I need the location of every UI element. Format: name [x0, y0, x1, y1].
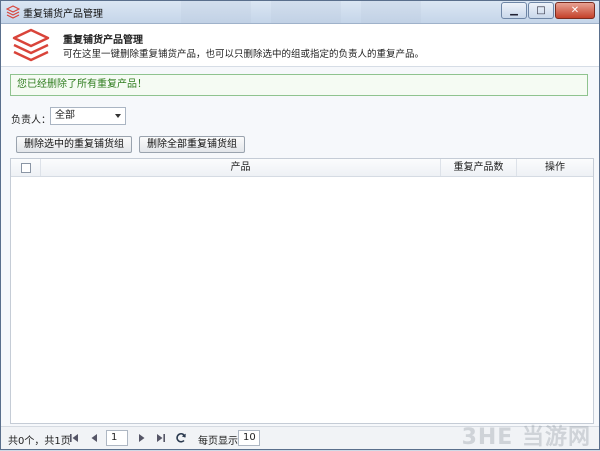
delete-selected-button[interactable]: 删除选中的重复铺货组 — [16, 136, 132, 153]
owner-select[interactable]: 全部 — [50, 107, 126, 125]
page-size-input[interactable]: 10 — [238, 430, 260, 446]
window-title: 重复铺货产品管理 — [23, 9, 103, 20]
select-all-checkbox[interactable] — [21, 163, 31, 173]
minimize-icon: ▁ — [510, 5, 518, 16]
last-page-icon[interactable] — [156, 433, 166, 443]
select-all-header — [11, 159, 41, 176]
window-controls: ▁ □ ✕ — [500, 2, 595, 20]
header-panel: 重复铺货产品管理 可在这里一键删除重复铺货产品，也可以只删除选中的组或指定的负责… — [1, 24, 599, 67]
page-description: 可在这里一键删除重复铺货产品，也可以只删除选中的组或指定的负责人的重复产品。 — [63, 49, 425, 60]
maximize-button[interactable]: □ — [528, 2, 554, 19]
current-page-input[interactable]: 1 — [106, 430, 128, 446]
first-page-icon[interactable] — [69, 433, 79, 443]
duplicate-products-table: 产品 重复产品数 操作 — [10, 158, 594, 424]
chevron-down-icon — [115, 114, 121, 118]
success-notice: 您已经删除了所有重复产品！ — [10, 74, 588, 96]
stack-layers-icon — [12, 28, 50, 62]
owner-select-value: 全部 — [55, 110, 75, 121]
title-bar[interactable]: 重复铺货产品管理 ▁ □ ✕ — [1, 1, 599, 24]
main-window: 重复铺货产品管理 ▁ □ ✕ 重复铺货产品管理 可在这里一键删除重复铺货产品，也… — [0, 0, 600, 450]
maximize-icon: □ — [536, 5, 546, 16]
page-title: 重复铺货产品管理 — [63, 35, 143, 46]
refresh-icon[interactable] — [175, 432, 187, 444]
column-header-product[interactable]: 产品 — [41, 159, 441, 176]
watermark-logo: 3HE 当游网 — [461, 425, 591, 450]
next-page-icon[interactable] — [137, 433, 147, 443]
column-header-actions: 操作 — [545, 162, 565, 173]
delete-all-button[interactable]: 删除全部重复铺货组 — [139, 136, 245, 153]
close-button[interactable]: ✕ — [555, 2, 595, 19]
minimize-button[interactable]: ▁ — [501, 2, 527, 19]
previous-page-icon[interactable] — [89, 433, 99, 443]
pager-summary: 共0个，共1页 — [8, 436, 71, 447]
owner-filter-label: 负责人： — [11, 115, 51, 126]
stack-layers-icon — [6, 5, 20, 19]
column-header-duplicate-count[interactable]: 重复产品数 — [441, 159, 517, 176]
title-bar-background — [161, 1, 421, 23]
close-icon: ✕ — [570, 5, 580, 16]
table-header: 产品 重复产品数 操作 — [11, 159, 593, 177]
page-size-label: 每页显示: — [198, 436, 242, 447]
